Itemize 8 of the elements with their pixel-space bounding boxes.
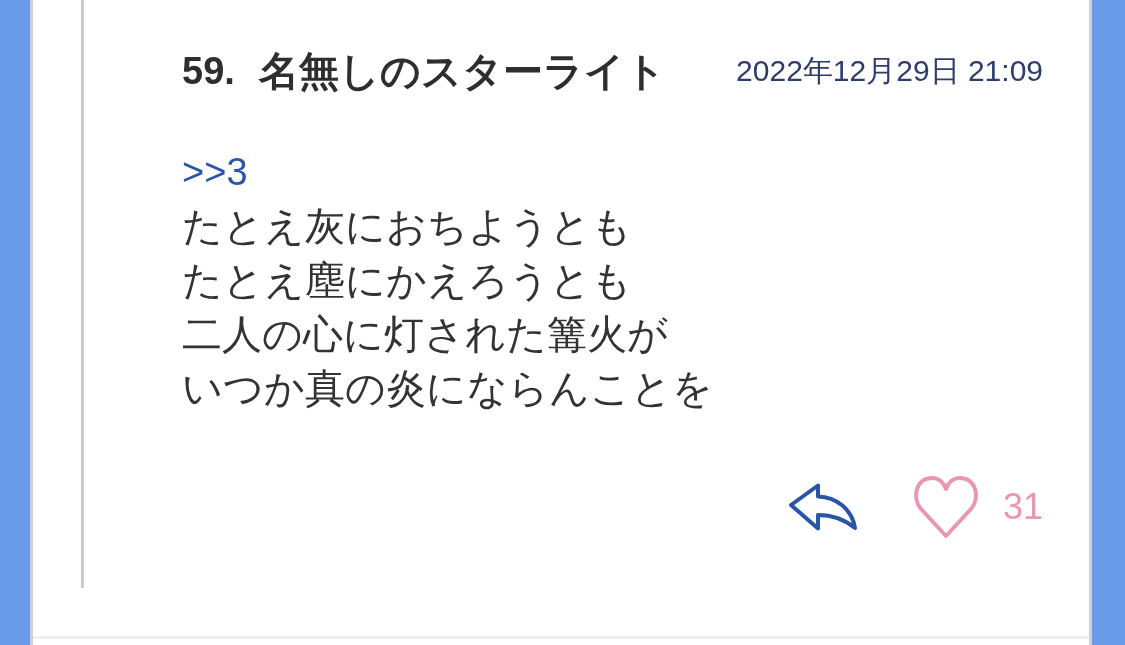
heart-icon <box>912 474 979 540</box>
author-name: 名無しのスターライト <box>258 48 666 95</box>
reply-button[interactable] <box>787 483 858 531</box>
post-body: たとえ灰におちようとも たとえ塵にかえろうとも 二人の心に灯された篝火が いつか真の炎にならんことを <box>182 203 714 412</box>
reply-arrow-icon <box>787 483 858 531</box>
post-number: 59. <box>182 49 235 94</box>
reply-anchor-link[interactable]: >>3 <box>182 145 248 199</box>
post-timestamp: 2022年12月29日 21:09 <box>736 52 1043 89</box>
